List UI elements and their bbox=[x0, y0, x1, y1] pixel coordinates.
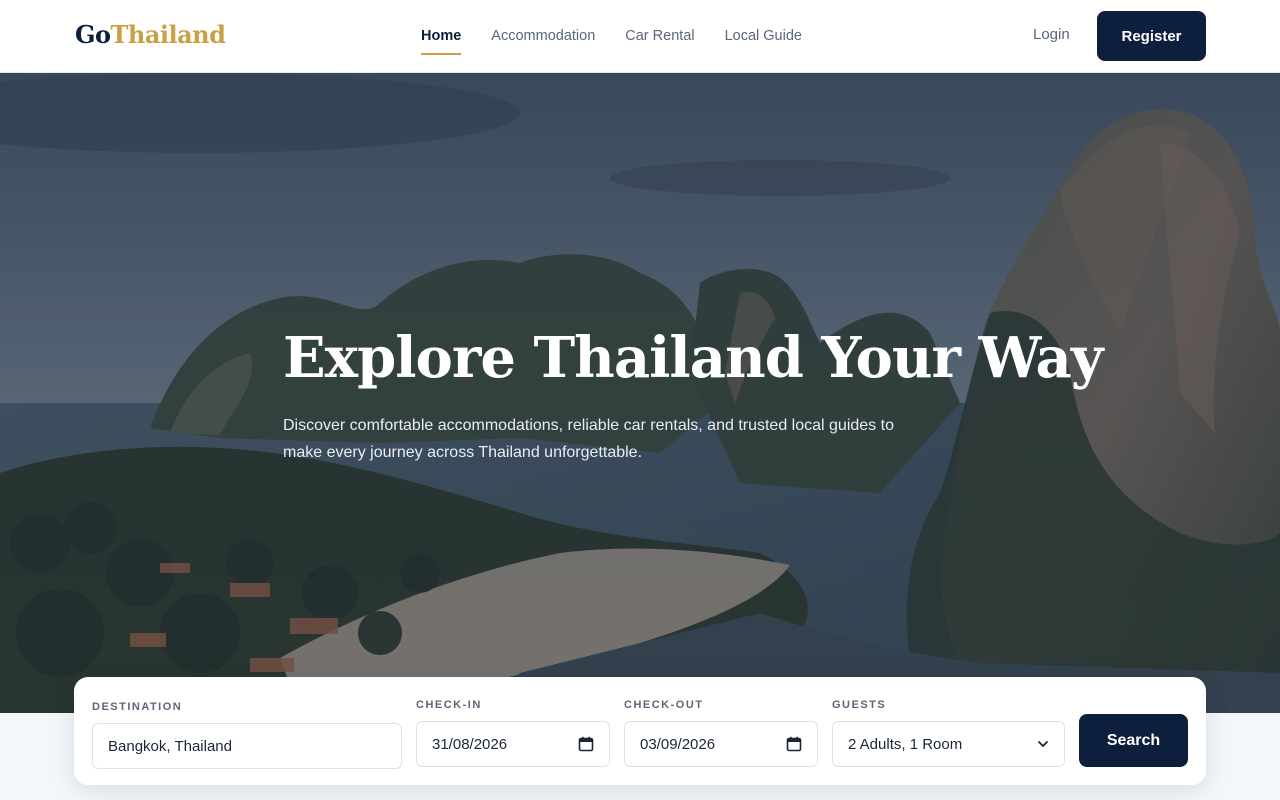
nav-link-accommodation[interactable]: Accommodation bbox=[491, 0, 595, 72]
checkin-date-input[interactable]: 31/08/2026 bbox=[416, 721, 610, 767]
hero-background-image bbox=[0, 73, 1280, 713]
nav-link-local-guide[interactable]: Local Guide bbox=[725, 0, 802, 72]
checkin-field: CHECK-IN 31/08/2026 bbox=[416, 699, 610, 767]
guests-value: 2 Adults, 1 Room bbox=[848, 735, 963, 753]
calendar-icon[interactable] bbox=[578, 736, 594, 752]
guests-select[interactable]: 2 Adults, 1 Room bbox=[832, 721, 1065, 767]
hero-subtitle: Discover comfortable accommodations, rel… bbox=[283, 417, 894, 461]
register-button[interactable]: Register bbox=[1097, 11, 1206, 61]
destination-value: Bangkok, Thailand bbox=[108, 737, 232, 755]
checkout-value: 03/09/2026 bbox=[640, 735, 716, 753]
brand-logo[interactable]: GoThailand bbox=[75, 20, 226, 49]
checkout-date-input[interactable]: 03/09/2026 bbox=[624, 721, 818, 767]
checkout-label: CHECK-OUT bbox=[624, 699, 704, 711]
checkin-value: 31/08/2026 bbox=[432, 735, 508, 753]
search-button[interactable]: Search bbox=[1079, 714, 1188, 767]
brand-logo-part-go: Go bbox=[75, 20, 111, 49]
destination-label: DESTINATION bbox=[92, 701, 183, 713]
brand-logo-part-thailand: Thailand bbox=[110, 20, 226, 49]
nav-link-home[interactable]: Home bbox=[421, 0, 462, 72]
search-form-card: DESTINATION Bangkok, Thailand CHECK-IN 3… bbox=[74, 677, 1206, 785]
calendar-icon[interactable] bbox=[786, 736, 802, 752]
guests-field: GUESTS 2 Adults, 1 Room bbox=[832, 699, 1065, 767]
destination-input[interactable]: Bangkok, Thailand bbox=[92, 723, 402, 769]
chevron-down-icon bbox=[1038, 741, 1048, 747]
login-link[interactable]: Login bbox=[1033, 26, 1070, 43]
destination-field: DESTINATION Bangkok, Thailand bbox=[92, 701, 402, 769]
main-menu: Home Accommodation Car Rental Local Guid… bbox=[421, 0, 802, 72]
checkin-label: CHECK-IN bbox=[416, 699, 482, 711]
top-navbar: GoThailand Home Accommodation Car Rental… bbox=[0, 0, 1280, 73]
guests-label: GUESTS bbox=[832, 699, 887, 711]
hero-title: Explore Thailand Your Way bbox=[283, 325, 1103, 391]
hero-section: Explore Thailand Your Way Discover comfo… bbox=[0, 73, 1280, 713]
checkout-field: CHECK-OUT 03/09/2026 bbox=[624, 699, 818, 767]
nav-link-car-rental[interactable]: Car Rental bbox=[625, 0, 694, 72]
